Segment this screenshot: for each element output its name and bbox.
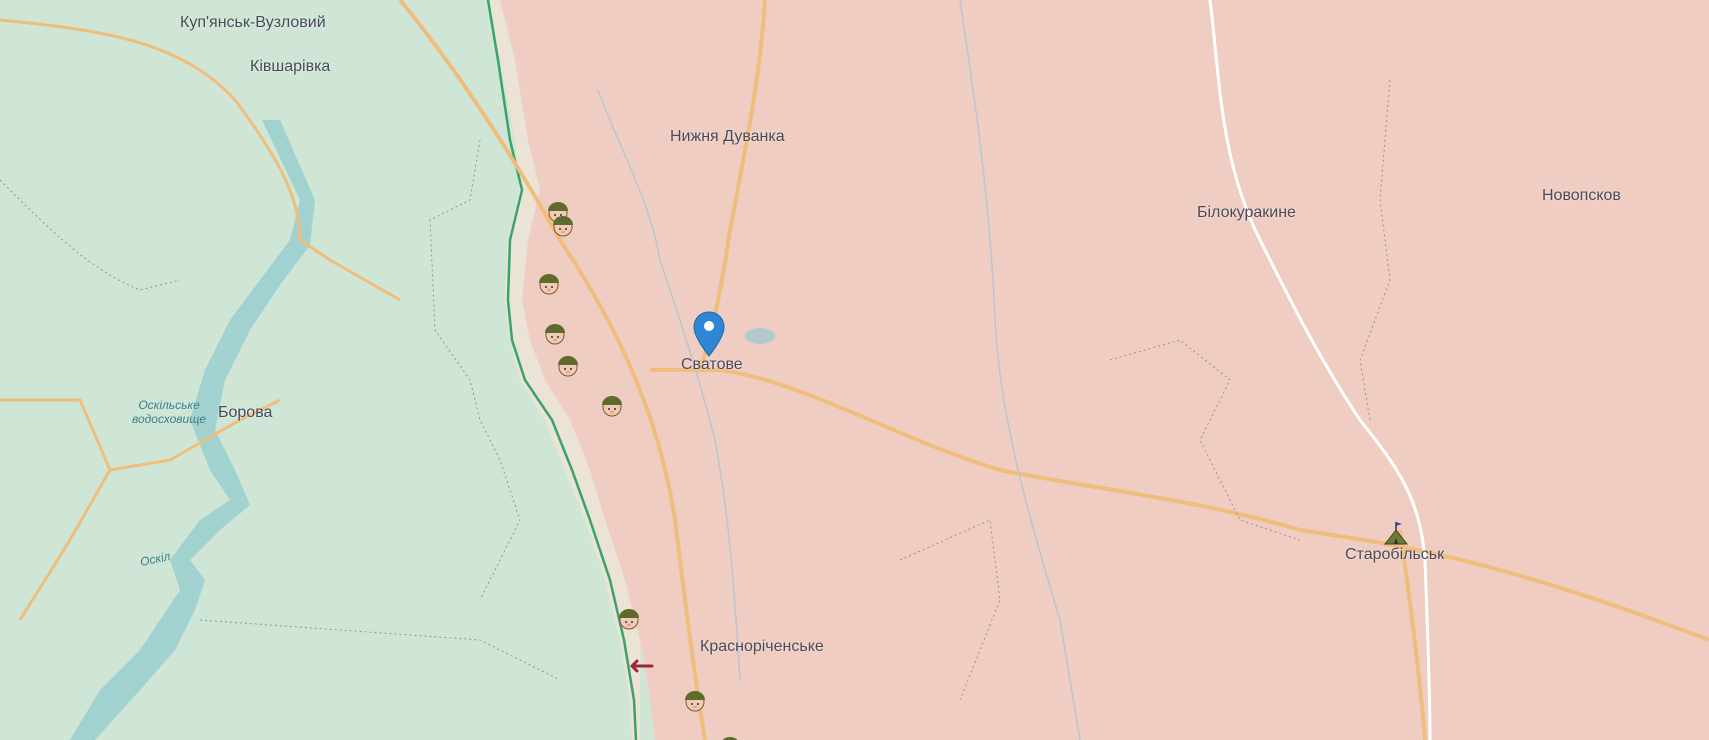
soldier-helmet-icon[interactable]: [717, 733, 743, 740]
town-label[interactable]: Білокуракине: [1197, 204, 1296, 222]
town-label[interactable]: Красноріченське: [700, 638, 824, 656]
attack-arrow-icon[interactable]: [624, 659, 654, 673]
tent-flag-icon[interactable]: [1382, 520, 1410, 548]
soldier-helmet-icon[interactable]: [616, 605, 642, 631]
lake: [745, 328, 775, 344]
map-base-layer: [0, 0, 1709, 740]
town-label[interactable]: Ківшарівка: [250, 58, 330, 76]
town-label[interactable]: Борова: [218, 404, 272, 422]
map-canvas[interactable]: Куп'янськ-Вузловий Ківшарівка Борова Ниж…: [0, 0, 1709, 740]
reservoir-label-line2: водосховище: [132, 412, 207, 426]
town-label[interactable]: Куп'янськ-Вузловий: [180, 14, 326, 32]
reservoir-label: Оскільське водосховище: [132, 398, 206, 426]
town-label[interactable]: Новопсков: [1542, 187, 1621, 205]
soldier-helmet-icon[interactable]: [599, 392, 625, 418]
soldier-helmet-icon[interactable]: [682, 687, 708, 713]
town-label[interactable]: Сватове: [681, 356, 743, 374]
soldier-helmet-icon[interactable]: [536, 270, 562, 296]
soldier-helmet-icon[interactable]: [542, 320, 568, 346]
town-label[interactable]: Старобільськ: [1345, 546, 1444, 564]
map-pin-icon[interactable]: [692, 310, 726, 358]
town-label[interactable]: Нижня Дуванка: [670, 128, 785, 146]
soldier-helmet-icon[interactable]: [555, 352, 581, 378]
reservoir-label-line1: Оскільське: [138, 398, 200, 412]
soldier-helmet-icon[interactable]: [550, 212, 576, 238]
